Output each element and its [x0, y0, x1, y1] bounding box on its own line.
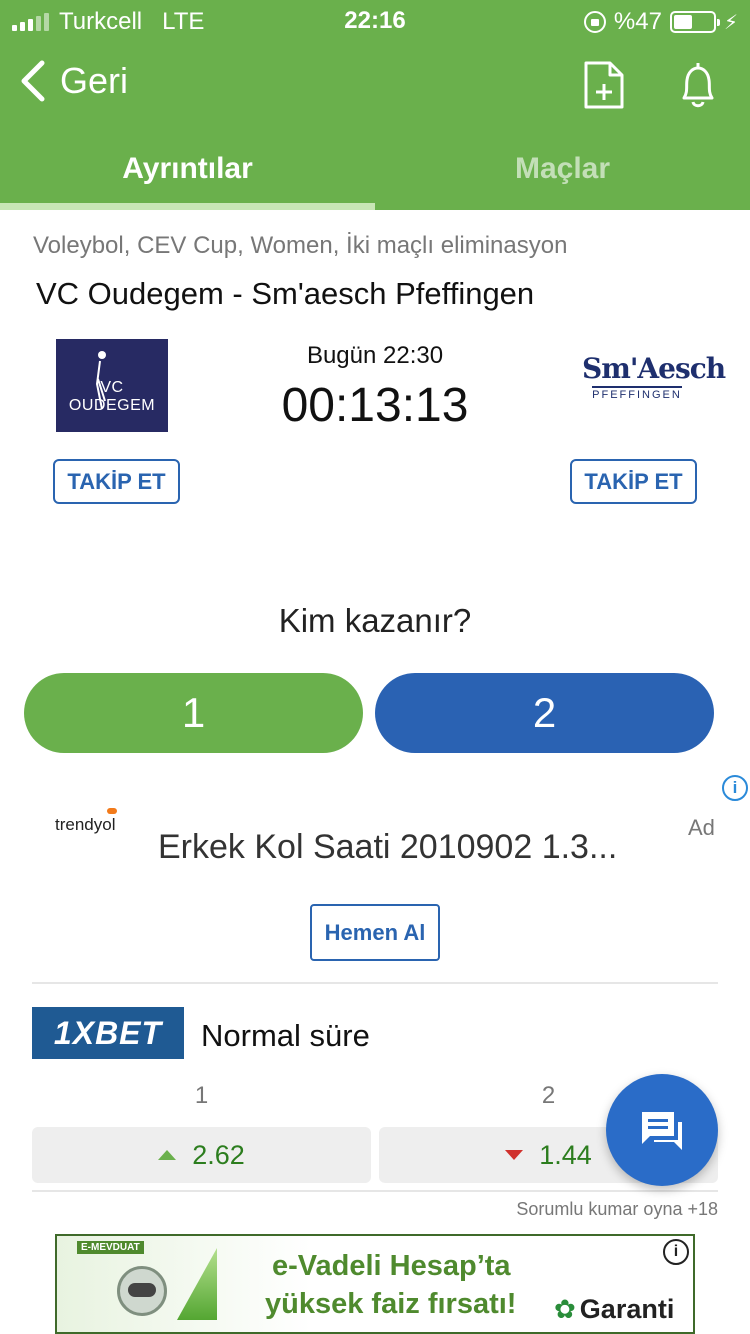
- odds-home-button[interactable]: 2.62: [32, 1127, 371, 1183]
- banner-brand: Garanti: [554, 1294, 675, 1325]
- status-right: %47 ⚡: [583, 8, 738, 36]
- battery-icon: [669, 11, 720, 33]
- banner-tag: E-MEVDUAT: [77, 1241, 144, 1254]
- odds-home-value: 2.62: [192, 1139, 245, 1170]
- growth-chart-icon: [177, 1248, 217, 1320]
- odds-market: Normal süre: [201, 1018, 370, 1053]
- banner-headline-2: yüksek faiz fırsatı!: [265, 1288, 517, 1320]
- chevron-left-icon: [21, 60, 45, 102]
- follow-away-button[interactable]: TAKİP ET: [570, 459, 697, 504]
- match-category: Voleybol, CEV Cup, Women, İki maçlı elim…: [33, 232, 568, 259]
- ad-brand-logo[interactable]: trendyol: [55, 808, 118, 835]
- trend-up-icon: [158, 1150, 177, 1160]
- tab-bar: Ayrıntılar Maçlar: [0, 130, 750, 210]
- ad-info-icon[interactable]: i: [722, 775, 748, 801]
- banner-headline-1: e-Vadeli Hesap’ta: [272, 1250, 511, 1282]
- banner-info-icon[interactable]: i: [663, 1239, 689, 1265]
- divider: [32, 982, 718, 984]
- add-document-icon[interactable]: [582, 60, 626, 110]
- poll-question: Kim kazanır?: [278, 602, 472, 639]
- ad-cta-button[interactable]: Hemen Al: [310, 904, 440, 961]
- bell-icon[interactable]: [676, 60, 720, 110]
- vote-home-button[interactable]: 1: [24, 673, 363, 753]
- back-button[interactable]: Geri: [18, 60, 128, 102]
- away-team-logo[interactable]: Sm'Aesch PFEFFINGEN: [582, 352, 726, 422]
- app-header: Turkcell LTE 22:16 %47 ⚡ Geri Ayrıntılar…: [0, 0, 750, 210]
- back-label: Geri: [60, 60, 129, 101]
- follow-home-button[interactable]: TAKİP ET: [53, 459, 180, 504]
- responsible-gambling-note: Sorumlu kumar oyna +18: [516, 1199, 718, 1219]
- status-bar: Turkcell LTE 22:16 %47 ⚡: [0, 0, 750, 40]
- match-title: VC Oudegem - Sm'aesch Pfeffingen: [36, 276, 535, 311]
- vote-away-button[interactable]: 2: [375, 673, 714, 753]
- charging-icon: ⚡: [723, 11, 738, 34]
- bookmaker-logo[interactable]: 1XBET: [32, 1007, 184, 1059]
- robot-icon: [117, 1266, 167, 1316]
- chat-icon: [642, 1112, 682, 1150]
- rotation-lock-icon: [583, 11, 606, 33]
- away-logo-text: Sm'Aesch: [582, 352, 726, 385]
- ad-label: Ad: [688, 815, 715, 840]
- chat-button[interactable]: [606, 1074, 718, 1186]
- tab-details[interactable]: Ayrıntılar: [0, 130, 375, 210]
- odds-header-home: 1: [194, 1082, 209, 1109]
- odds-away-value: 1.44: [539, 1139, 592, 1170]
- divider: [32, 1190, 718, 1192]
- away-logo-subtext: PFEFFINGEN: [592, 386, 682, 401]
- ad-title[interactable]: Erkek Kol Saati 2010902 1.3...: [158, 828, 617, 867]
- battery-percent: %47: [613, 8, 662, 35]
- trend-down-icon: [505, 1150, 524, 1160]
- bottom-banner-ad[interactable]: E-MEVDUAT e-Vadeli Hesap’ta yüksek faiz …: [55, 1234, 695, 1334]
- tab-matches[interactable]: Maçlar: [375, 130, 750, 210]
- nav-row: Geri: [0, 50, 750, 120]
